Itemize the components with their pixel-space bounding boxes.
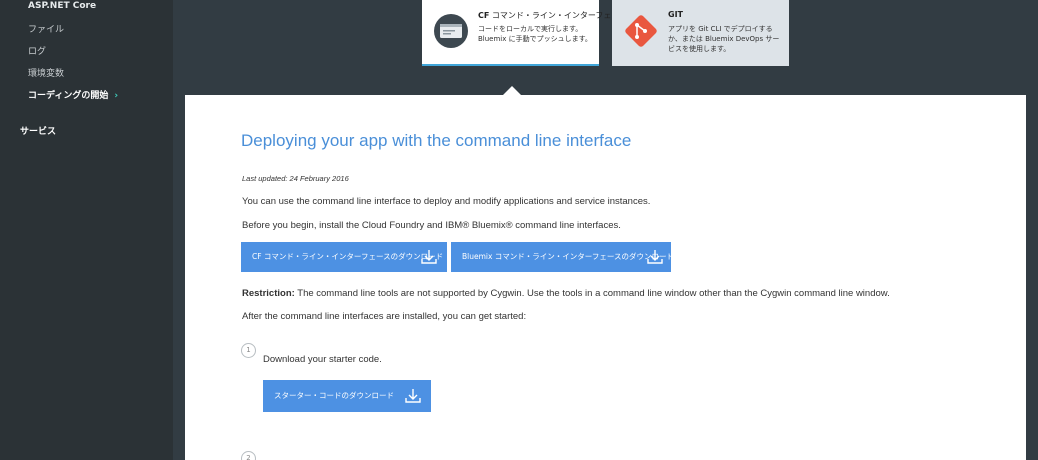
restriction-text: The command line tools are not supported… xyxy=(297,288,890,299)
intro-paragraph: You can use the command line interface t… xyxy=(242,196,651,207)
sidebar-item-env-vars[interactable]: 環境変数 xyxy=(28,66,64,79)
cf-card-description: コードをローカルで実行します。Bluemix に手動でプッシュします。 xyxy=(478,25,592,43)
step-number-1: 1 xyxy=(241,343,256,358)
download-bluemix-cli-button[interactable]: Bluemix コマンド・ライン・インターフェースのダウンロード xyxy=(451,242,674,272)
cf-card-title: CF コマンド・ライン・インターフェース xyxy=(478,10,627,21)
download-starter-code-button[interactable]: スターター・コードのダウンロード xyxy=(263,380,431,412)
cf-cli-card[interactable]: CF コマンド・ライン・インターフェース コードをローカルで実行します。Blue… xyxy=(422,0,627,66)
terminal-icon xyxy=(434,14,468,48)
prerequisite-paragraph: Before you begin, install the Cloud Foun… xyxy=(242,220,621,231)
restriction-label: Restriction: xyxy=(242,288,295,299)
download-icon xyxy=(647,250,663,264)
after-install-paragraph: After the command line interfaces are in… xyxy=(242,311,527,322)
sidebar-item-label: コーディングの開始 xyxy=(28,91,109,101)
cf-card-title-bold: CF xyxy=(478,11,490,20)
download-cf-cli-button[interactable]: CF コマンド・ライン・インターフェースのダウンロード xyxy=(241,242,447,272)
content-panel: Deploying your app with the command line… xyxy=(185,95,1026,460)
app-root: ASP.NET Core ファイル ログ 環境変数 コーディングの開始 › サービ… xyxy=(0,0,1038,460)
last-updated: Last updated: 24 February 2016 xyxy=(242,174,349,183)
git-card-title-text: GIT xyxy=(668,10,683,19)
download-cf-cli-label: CF コマンド・ライン・インターフェースのダウンロード xyxy=(252,252,444,261)
card-pointer-notch xyxy=(503,86,521,95)
download-bluemix-cli-label: Bluemix コマンド・ライン・インターフェースのダウンロード xyxy=(462,252,674,261)
git-card-title: GIT xyxy=(668,10,683,19)
sidebar-section-aspnet-core[interactable]: ASP.NET Core xyxy=(28,1,96,11)
sidebar: ASP.NET Core ファイル ログ 環境変数 コーディングの開始 › サービ… xyxy=(0,0,173,460)
chevron-right-icon: › xyxy=(114,91,119,101)
page-title: Deploying your app with the command line… xyxy=(241,131,632,150)
download-icon xyxy=(421,250,437,264)
cf-card-title-rest: コマンド・ライン・インターフェース xyxy=(491,11,628,20)
sidebar-item-files[interactable]: ファイル xyxy=(28,22,64,35)
download-starter-code-label: スターター・コードのダウンロード xyxy=(274,391,394,400)
git-icon xyxy=(625,15,657,47)
restriction-note: Restriction: The command line tools are … xyxy=(242,288,890,299)
git-card[interactable]: GIT アプリを Git CLI でデプロイするか、または Bluemix De… xyxy=(612,0,789,66)
sidebar-item-logs[interactable]: ログ xyxy=(28,44,46,57)
step-number-2: 2 xyxy=(241,451,256,460)
download-icon xyxy=(405,389,421,403)
sidebar-item-services[interactable]: サービス xyxy=(20,124,56,137)
git-card-description: アプリを Git CLI でデプロイするか、または Bluemix DevOps… xyxy=(668,25,780,53)
sidebar-item-getting-started[interactable]: コーディングの開始 › xyxy=(28,88,118,101)
step-1-text: Download your starter code. xyxy=(263,354,382,365)
